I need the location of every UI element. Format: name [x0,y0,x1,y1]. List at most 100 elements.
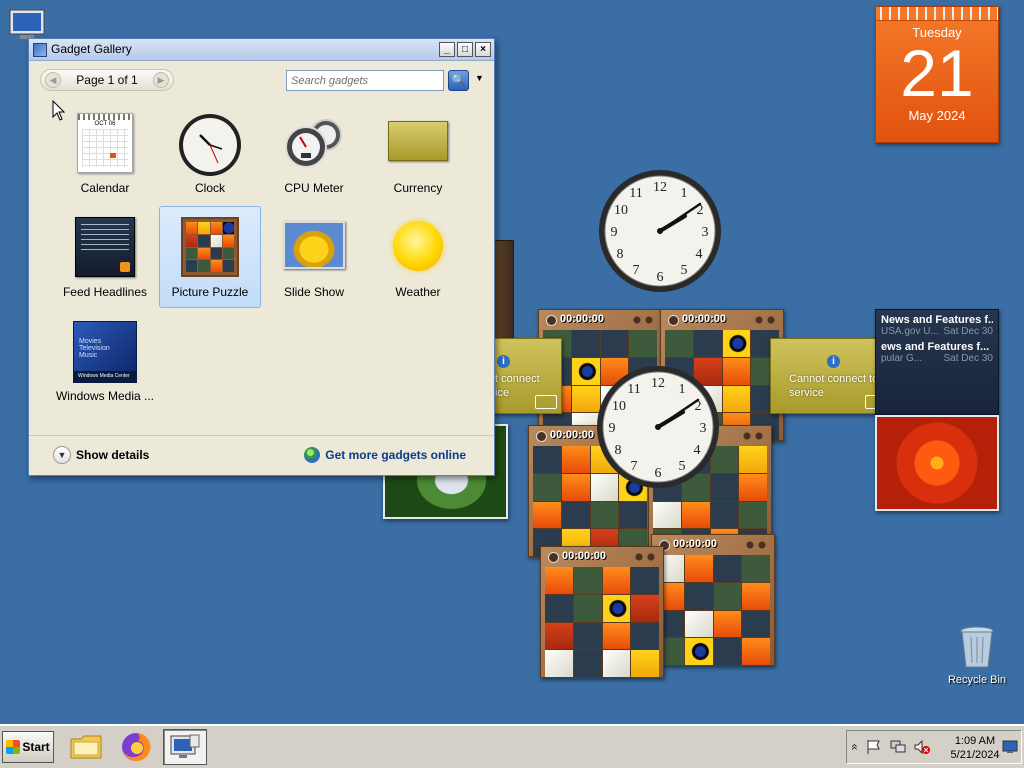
slide-show-gadget[interactable] [875,415,999,511]
search-box[interactable] [286,70,444,91]
gadget-label: Slide Show [283,285,345,299]
chevron-down-icon: ▼ [53,446,71,464]
clock-gadget[interactable]: 12 123 4567 891011 [595,364,721,490]
svg-text:5: 5 [681,263,688,278]
network-icon[interactable] [889,739,907,755]
taskbar-firefox[interactable] [114,729,158,765]
svg-text:9: 9 [611,225,618,240]
clock-gadget[interactable]: 12 123 4567 891011 [597,168,723,294]
puzzle-grid[interactable] [545,567,659,677]
feed-item[interactable]: ews and Features f... pular G... Sat Dec … [881,341,993,364]
tray-expand-button[interactable]: « [848,739,862,755]
calendar-thumb-month: OCT 06 [94,121,116,127]
svg-text:11: 11 [627,382,640,397]
feed-item-source: pular G... [881,353,923,364]
gadget-label: Currency [393,181,443,195]
gadget-label: CPU Meter [284,181,344,195]
minimize-button[interactable]: _ [439,42,455,57]
svg-text:4: 4 [696,247,703,262]
window-title: Gadget Gallery [51,42,132,56]
media-thumb-bar: Windows Media Center [74,371,136,382]
feed-item-date: Sat Dec 30 [943,353,993,364]
media-center-thumbnail-icon: Movies Television Music Windows Media Ce… [73,321,137,383]
currency-gadget[interactable]: i Cannot connect to service [770,338,892,414]
recycle-bin-desktop-icon[interactable]: Recycle Bin [937,625,1017,686]
calendar-rings [876,7,998,21]
wallet-icon [535,395,557,409]
feed-item-date: Sat Dec 30 [943,326,993,337]
gadget-list: OCT 06 Calendar Clock CPU Meter Currency… [33,99,490,435]
puzzle-timer: 00:00:00 [655,538,771,553]
feed-item-title: ews and Features f... [881,341,990,353]
gadget-feed-headlines[interactable]: Feed Headlines [54,206,156,308]
search-icon[interactable]: 🔍 [448,70,469,91]
taskbar-desktop-gadgets[interactable] [163,729,207,765]
calendar-month-year: May 2024 [908,108,966,123]
gadget-weather[interactable]: Weather [367,206,469,308]
tray-clock[interactable]: 1:09 AM 5/21/2024 [947,734,1003,762]
firefox-icon [122,732,151,761]
start-button[interactable]: Start [2,731,54,763]
next-page-button[interactable]: ▶ [152,72,169,88]
gadget-cpu-meter[interactable]: CPU Meter [263,102,365,204]
svg-text:12: 12 [651,376,665,391]
info-icon: i [827,355,840,368]
gadget-picture-puzzle[interactable]: Picture Puzzle [159,206,261,308]
close-button[interactable]: × [475,42,491,57]
picture-puzzle-thumbnail-icon [181,217,239,277]
start-label: Start [22,740,50,754]
taskbar: Start « 1:09 AM 5/21/2024 [0,724,1024,768]
feed-headlines-gadget[interactable]: News and Features f... USA.gov U... Sat D… [875,309,999,415]
volume-muted-icon[interactable] [913,739,931,755]
gadget-label: Picture Puzzle [171,285,249,299]
svg-text:5: 5 [679,459,686,474]
gadget-currency[interactable]: Currency [367,102,469,204]
get-more-gadgets-link[interactable]: Get more gadgets online [304,447,466,463]
desktop: Co Co Tuesday 21 May 2024 00:00:00 00:00… [0,0,1024,724]
gadget-slide-show[interactable]: Slide Show [263,206,365,308]
calendar-gadget[interactable]: Tuesday 21 May 2024 [875,6,999,143]
info-icon: i [497,355,510,368]
show-desktop-icon[interactable] [1002,740,1018,754]
taskbar-file-explorer[interactable] [64,729,108,765]
show-details-button[interactable]: ▼ Show details [53,446,149,464]
monitor-icon [170,734,200,758]
calendar-day: 21 [900,36,974,110]
currency-error-line-1: t connect [495,373,540,385]
puzzle-timer: 00:00:00 [664,313,780,328]
picture-puzzle-gadget[interactable]: 00:00:00 [540,546,664,678]
gadget-label: Feed Headlines [62,285,148,299]
previous-page-button[interactable]: ◀ [45,72,61,88]
search-options-arrow[interactable]: ▼ [475,73,484,83]
get-more-gadgets-label: Get more gadgets online [325,448,466,462]
gadget-clock[interactable]: Clock [159,102,261,204]
sun-icon [393,221,443,271]
gadget-windows-media-center[interactable]: Movies Television Music Windows Media Ce… [54,310,156,412]
media-thumb-line: Music [79,352,98,359]
svg-text:10: 10 [612,399,626,414]
maximize-button[interactable]: □ [457,42,473,57]
feed-item-source: USA.gov U... [881,326,939,337]
folder-icon [70,735,102,759]
feed-headlines-thumbnail-icon [75,217,135,277]
tray-time: 1:09 AM [954,735,996,747]
puzzle-timer: 00:00:00 [542,313,658,328]
puzzle-grid[interactable] [656,555,770,665]
gadget-label: Windows Media ... [55,389,155,403]
clock-thumbnail-icon [179,114,241,176]
gadget-calendar[interactable]: OCT 06 Calendar [54,102,156,204]
gallery-footer: ▼ Show details Get more gadgets online [29,435,494,475]
slide-show-thumbnail-icon [283,221,345,269]
gadget-label: Clock [194,181,225,195]
action-center-flag-icon[interactable] [865,739,883,755]
window-titlebar[interactable]: Gadget Gallery _ □ × [29,39,494,61]
search-input[interactable] [287,71,443,90]
feed-item[interactable]: News and Features f... USA.gov U... Sat D… [881,314,993,337]
gadget-label: Weather [395,285,441,299]
mouse-cursor-icon [52,100,66,121]
page-navigator: ◀ Page 1 of 1 ▶ [40,69,174,91]
puzzle-timer: 00:00:00 [544,550,660,565]
picture-puzzle-gadget[interactable]: 00:00:00 [651,534,775,666]
svg-text:11: 11 [629,186,642,201]
media-thumb-line: Television [79,345,110,352]
